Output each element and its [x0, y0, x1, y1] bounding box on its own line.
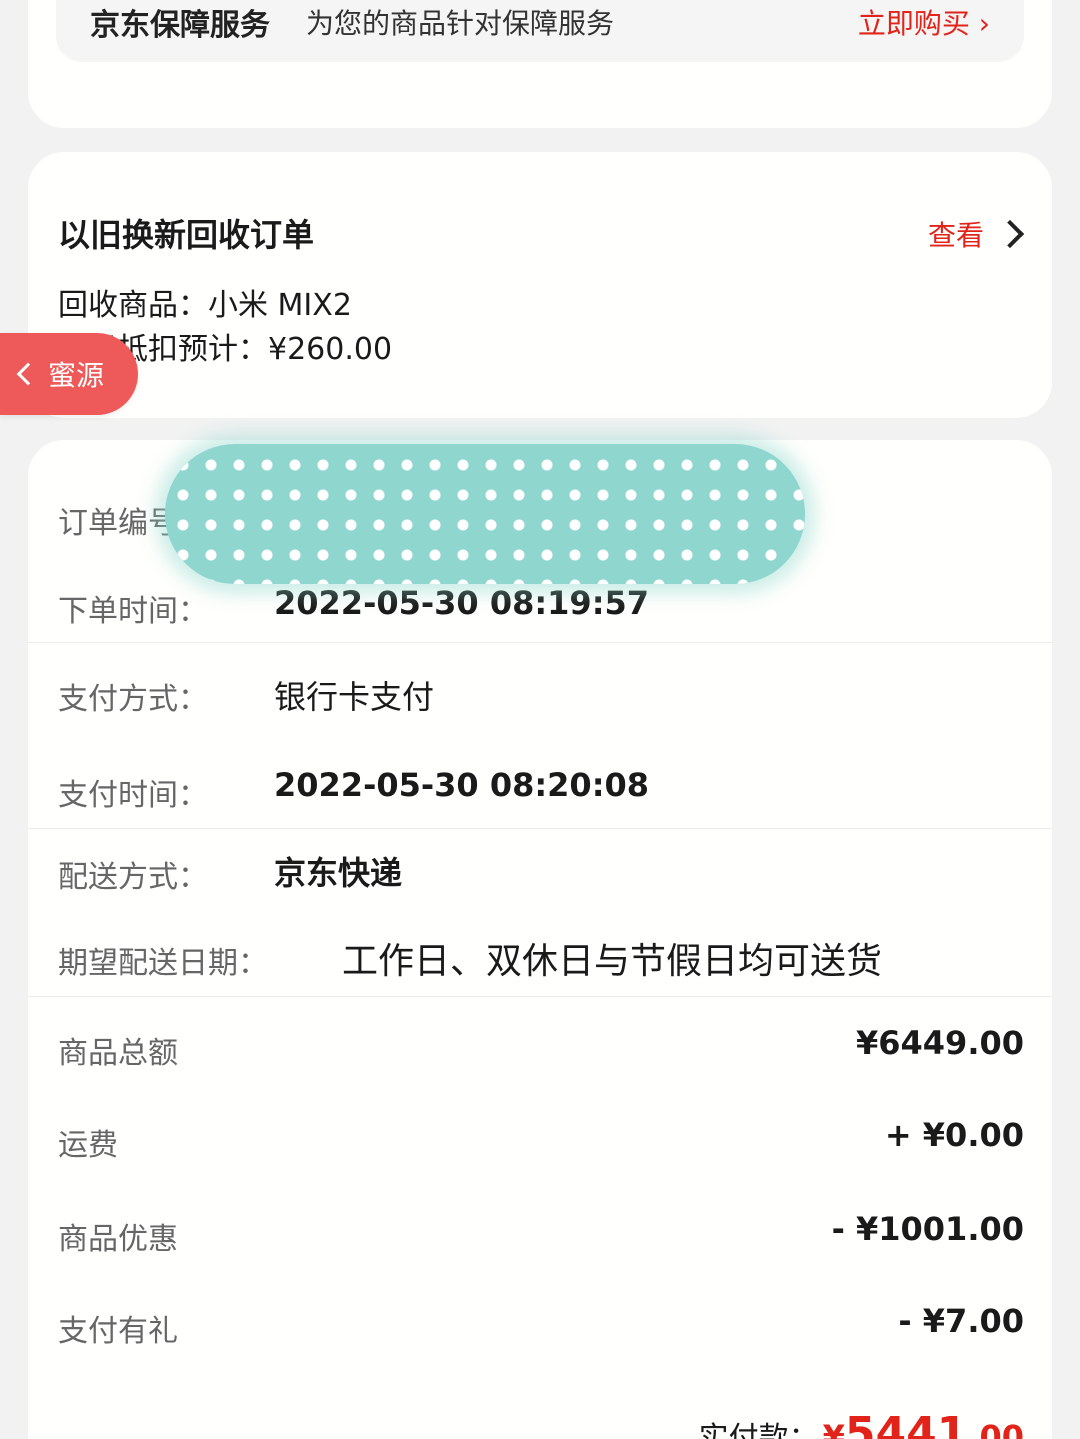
- discount-value: - ¥1001.00: [831, 1210, 1024, 1248]
- back-pill-label: 蜜源: [48, 359, 105, 392]
- order-detail-card: 订单编号 下单时间： 2022-05-30 08:19:57 支付方式： 银行卡…: [28, 440, 1052, 1439]
- order-time-label: 下单时间：: [58, 594, 208, 629]
- chevron-right-icon: [995, 219, 1025, 249]
- shipping-value: + ¥0.00: [884, 1116, 1024, 1154]
- divider: [28, 996, 1052, 997]
- order-time-value: 2022-05-30 08:19:57: [274, 584, 650, 622]
- chevron-left-icon: [16, 362, 40, 386]
- guarantee-title: 京东保障服务: [90, 8, 270, 43]
- paid-currency: ¥: [822, 1418, 845, 1439]
- paid-decimal: .00: [967, 1418, 1024, 1439]
- tradein-title: 以旧换新回收订单: [58, 216, 315, 254]
- subtotal-label: 商品总额: [58, 1036, 178, 1071]
- privacy-mask: [165, 444, 805, 584]
- shipping-label: 运费: [58, 1128, 118, 1163]
- payment-gift-label: 支付有礼: [58, 1314, 178, 1349]
- subtotal-value: ¥6449.00: [855, 1024, 1024, 1062]
- pay-time-value: 2022-05-30 08:20:08: [274, 766, 650, 804]
- guarantee-buy-link[interactable]: 立即购买 ›: [858, 2, 990, 42]
- paid-amount: 实付款： ¥ 5441 .00: [699, 1408, 1024, 1439]
- expected-date-label: 期望配送日期：: [58, 946, 268, 981]
- order-detail-page: 京东保障服务 为您的商品针对保障服务 立即购买 › 以旧换新回收订单 查看 回收…: [0, 0, 1080, 1439]
- paid-integer: 5441: [844, 1408, 968, 1439]
- recycle-product: 回收商品：小米 MIX2: [58, 288, 352, 323]
- guarantee-card: 京东保障服务 为您的商品针对保障服务 立即购买 ›: [28, 0, 1052, 128]
- payment-gift-value: - ¥7.00: [898, 1302, 1024, 1340]
- tradein-card: 以旧换新回收订单 查看 回收商品：小米 MIX2 旧机抵扣预计：¥260.00: [28, 152, 1052, 418]
- back-to-miyuan-button[interactable]: 蜜源: [0, 333, 138, 415]
- tradein-view-button[interactable]: 查看: [927, 214, 1025, 254]
- guarantee-banner[interactable]: 京东保障服务 为您的商品针对保障服务 立即购买 ›: [56, 0, 1024, 62]
- divider: [28, 828, 1052, 829]
- view-label: 查看: [927, 219, 984, 252]
- delivery-label: 配送方式：: [58, 860, 208, 895]
- pay-method-label: 支付方式：: [58, 682, 208, 717]
- guarantee-desc: 为您的商品针对保障服务: [306, 7, 615, 40]
- divider: [28, 642, 1052, 643]
- pay-method-value: 银行卡支付: [274, 678, 435, 716]
- expected-date-value: 工作日、双休日与节假日均可送货: [342, 941, 883, 982]
- discount-label: 商品优惠: [58, 1222, 178, 1257]
- delivery-value: 京东快递: [274, 854, 403, 892]
- pay-time-label: 支付时间：: [58, 778, 208, 813]
- paid-label: 实付款：: [698, 1421, 819, 1439]
- order-number-label: 订单编号: [58, 506, 178, 541]
